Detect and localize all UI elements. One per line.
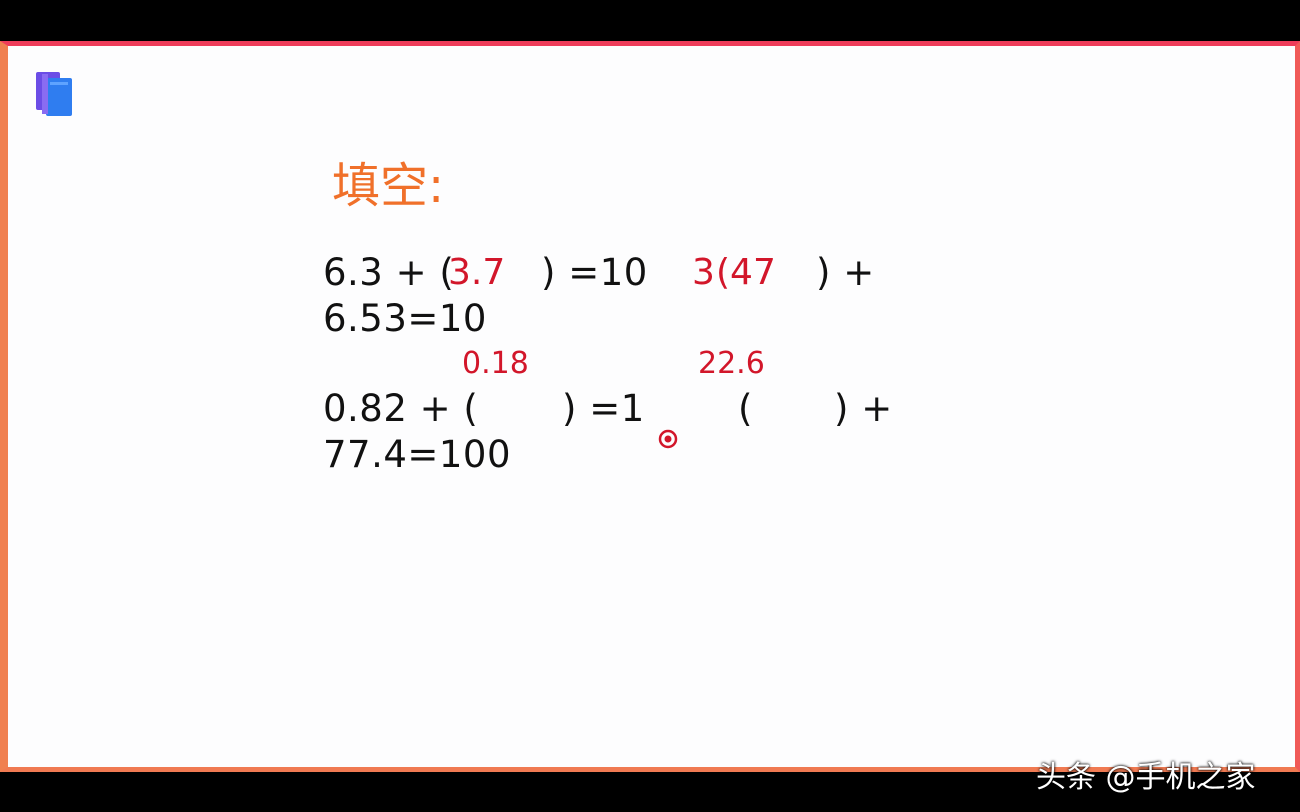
answer-4: 22.6 <box>698 346 765 381</box>
equation-4-right: ) + <box>834 387 893 430</box>
answer-1: 3.7 <box>448 252 506 293</box>
equation-1-left: 6.3 + ( <box>323 251 455 294</box>
answer-2-prefix: 3 <box>692 252 715 293</box>
equation-2-right: ) + <box>816 251 875 294</box>
watermark: 头条 @手机之家 <box>1036 760 1256 795</box>
equation-2-continuation: 6.53=10 <box>323 297 487 340</box>
slide-canvas: 填空: 6.3 + ( 3.7 ) =10 3 (47 ) + 6.53=10 … <box>0 41 1300 772</box>
equation-3-right: ) =1 <box>562 387 645 430</box>
equation-3-left: 0.82 + ( <box>323 387 479 430</box>
slide-title: 填空: <box>332 158 445 214</box>
video-frame: 填空: 6.3 + ( 3.7 ) =10 3 (47 ) + 6.53=10 … <box>0 0 1300 812</box>
pointer-cursor-icon <box>658 429 678 449</box>
answer-2: (47 <box>716 252 776 293</box>
equation-1-right: ) =10 <box>541 251 648 294</box>
book-icon <box>36 72 72 116</box>
equation-4-left: ( <box>738 387 753 430</box>
answer-3: 0.18 <box>462 346 529 381</box>
equation-4-continuation: 77.4=100 <box>323 433 512 476</box>
